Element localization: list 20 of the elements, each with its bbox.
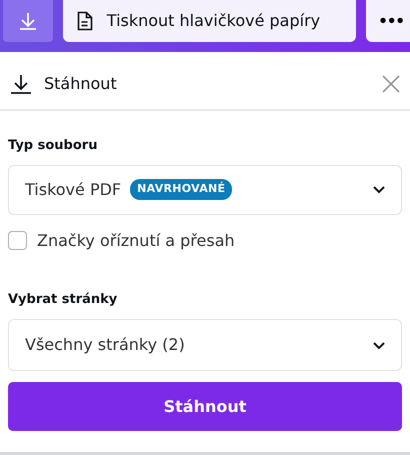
file-type-select[interactable]: Tiskové PDF NAVRHOVANÉ xyxy=(8,164,402,214)
checkbox-label: Značky oříznutí a přesah xyxy=(37,230,235,252)
pages-select[interactable]: Všechny stránky (2) xyxy=(8,319,402,371)
document-title-button[interactable]: Tisknout hlavičkové papíry xyxy=(62,0,356,42)
select-value: Všechny stránky (2) xyxy=(25,334,185,356)
download-button[interactable] xyxy=(3,0,53,42)
checkbox[interactable] xyxy=(8,231,27,250)
select-value: Tiskové PDF xyxy=(25,178,122,200)
more-button[interactable]: ••• xyxy=(366,0,410,42)
download-button[interactable]: Stáhnout xyxy=(8,382,402,431)
close-icon[interactable] xyxy=(382,74,400,92)
chevron-down-icon xyxy=(372,185,386,194)
download-icon xyxy=(10,74,32,94)
chevron-down-icon xyxy=(372,340,386,350)
field-label: Typ souboru xyxy=(8,137,98,155)
panel-title: Stáhnout xyxy=(44,72,117,94)
suggested-badge: NAVRHOVANÉ xyxy=(130,179,232,200)
download-icon xyxy=(18,11,38,31)
document-icon xyxy=(76,11,93,31)
field-label: Vybrat stránky xyxy=(8,290,118,308)
